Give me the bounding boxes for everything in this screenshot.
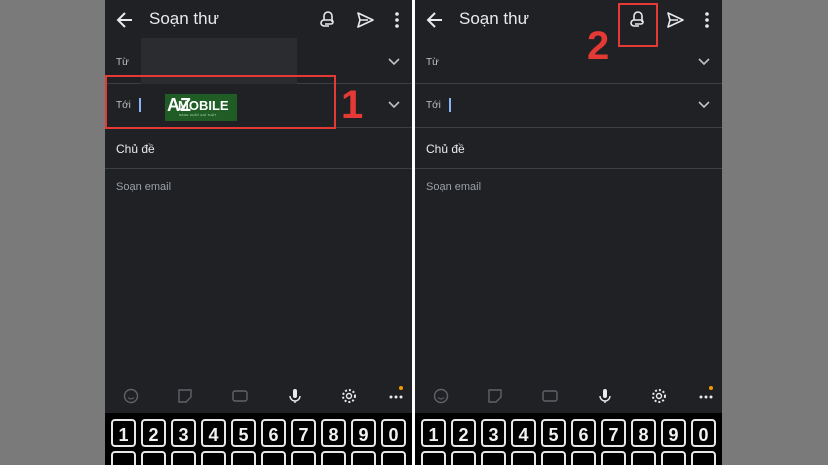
page-title: Soạn thư xyxy=(149,9,219,28)
key[interactable] xyxy=(451,451,476,465)
paperclip-icon[interactable] xyxy=(318,10,338,30)
to-label: Tới xyxy=(426,100,441,111)
key[interactable] xyxy=(141,451,166,465)
key[interactable] xyxy=(541,451,566,465)
key[interactable] xyxy=(571,451,596,465)
keyboard-toolbar xyxy=(415,380,722,413)
key-7[interactable]: 7 xyxy=(291,419,316,447)
send-icon[interactable] xyxy=(355,10,375,30)
to-field[interactable]: Tới xyxy=(415,84,722,128)
key[interactable] xyxy=(631,451,656,465)
number-row: 1 2 3 4 5 6 7 8 9 0 xyxy=(415,413,722,465)
key[interactable] xyxy=(511,451,536,465)
key-1[interactable]: 1 xyxy=(421,419,446,447)
notification-dot xyxy=(399,386,403,390)
more-icon[interactable] xyxy=(388,388,404,404)
more-vert-icon[interactable] xyxy=(389,10,405,30)
notification-dot xyxy=(709,386,713,390)
key[interactable] xyxy=(291,451,316,465)
body-placeholder[interactable]: Soạn email xyxy=(426,181,481,193)
gif-icon[interactable] xyxy=(542,388,558,404)
app-bar: Soạn thư xyxy=(105,0,412,40)
subject-field[interactable]: Chủ đề xyxy=(105,127,412,169)
key-5[interactable]: 5 xyxy=(541,419,566,447)
sticker-icon[interactable] xyxy=(177,388,193,404)
more-icon[interactable] xyxy=(698,388,714,404)
keyboard-toolbar xyxy=(105,380,412,413)
key-1[interactable]: 1 xyxy=(111,419,136,447)
body-placeholder[interactable]: Soạn email xyxy=(116,181,171,193)
chevron-down-icon[interactable] xyxy=(388,58,400,66)
key[interactable] xyxy=(351,451,376,465)
key[interactable] xyxy=(231,451,256,465)
back-arrow-icon[interactable] xyxy=(425,10,445,30)
back-arrow-icon[interactable] xyxy=(115,10,135,30)
chevron-down-icon[interactable] xyxy=(698,101,710,109)
text-cursor xyxy=(449,98,451,112)
key-6[interactable]: 6 xyxy=(571,419,596,447)
key-4[interactable]: 4 xyxy=(511,419,536,447)
subject-field[interactable]: Chủ đề xyxy=(415,127,722,169)
key-2[interactable]: 2 xyxy=(451,419,476,447)
key-7[interactable]: 7 xyxy=(601,419,626,447)
from-label: Từ xyxy=(116,57,129,68)
key[interactable] xyxy=(661,451,686,465)
key-0[interactable]: 0 xyxy=(381,419,406,447)
subject-label: Chủ đề xyxy=(426,142,465,156)
key-5[interactable]: 5 xyxy=(231,419,256,447)
gear-icon[interactable] xyxy=(651,388,667,404)
key[interactable] xyxy=(691,451,716,465)
chevron-down-icon[interactable] xyxy=(698,58,710,66)
key-0[interactable]: 0 xyxy=(691,419,716,447)
app-bar: Soạn thư xyxy=(415,0,722,40)
key[interactable] xyxy=(601,451,626,465)
key-9[interactable]: 9 xyxy=(661,419,686,447)
sticker-icon[interactable] xyxy=(487,388,503,404)
subject-label: Chủ đề xyxy=(116,142,155,156)
from-label: Từ xyxy=(426,57,439,68)
key[interactable] xyxy=(201,451,226,465)
gif-icon[interactable] xyxy=(232,388,248,404)
key[interactable] xyxy=(171,451,196,465)
key-4[interactable]: 4 xyxy=(201,419,226,447)
key-9[interactable]: 9 xyxy=(351,419,376,447)
step-number-2: 2 xyxy=(587,24,610,68)
key-2[interactable]: 2 xyxy=(141,419,166,447)
key[interactable] xyxy=(111,451,136,465)
emoji-icon[interactable] xyxy=(433,388,449,404)
emoji-icon[interactable] xyxy=(123,388,139,404)
highlight-attach-button xyxy=(618,3,658,47)
key[interactable] xyxy=(381,451,406,465)
from-field[interactable]: Từ xyxy=(415,40,722,84)
compose-screen-right: Soạn thư Từ Tới Chủ đề Soạn email 1 2 3 … xyxy=(415,0,722,465)
step-number-1: 1 xyxy=(341,83,364,127)
number-row: 1 2 3 4 5 6 7 8 9 0 xyxy=(105,413,412,465)
key-8[interactable]: 8 xyxy=(631,419,656,447)
key-8[interactable]: 8 xyxy=(321,419,346,447)
key-6[interactable]: 6 xyxy=(261,419,286,447)
key-3[interactable]: 3 xyxy=(171,419,196,447)
more-vert-icon[interactable] xyxy=(699,10,715,30)
key[interactable] xyxy=(481,451,506,465)
mic-icon[interactable] xyxy=(597,388,613,404)
key[interactable] xyxy=(421,451,446,465)
page-title: Soạn thư xyxy=(459,9,529,28)
send-icon[interactable] xyxy=(665,10,685,30)
gear-icon[interactable] xyxy=(341,388,357,404)
key[interactable] xyxy=(321,451,346,465)
compose-screen-left: Soạn thư Từ Tới Chủ đề Soạn email 1 2 3 … xyxy=(105,0,412,465)
key[interactable] xyxy=(261,451,286,465)
mic-icon[interactable] xyxy=(287,388,303,404)
chevron-down-icon[interactable] xyxy=(388,101,400,109)
key-3[interactable]: 3 xyxy=(481,419,506,447)
highlight-to-field xyxy=(105,75,336,129)
